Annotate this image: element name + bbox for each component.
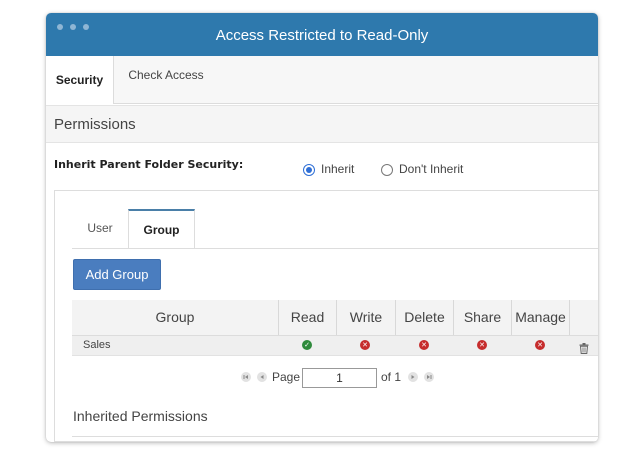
permissions-header: Permissions (46, 105, 598, 143)
column-header-group[interactable]: Group (72, 300, 278, 335)
table-row[interactable] (72, 335, 598, 356)
check-circle-icon[interactable]: ✓ (302, 340, 312, 350)
inherited-permissions-heading: Inherited Permissions (73, 408, 208, 424)
tab-group[interactable]: Group (128, 209, 195, 249)
row-group-name: Sales (83, 339, 111, 351)
dont-inherit-radio[interactable] (381, 164, 393, 176)
add-group-button[interactable]: Add Group (73, 259, 161, 290)
tab-security[interactable]: Security (46, 56, 114, 104)
title-bar: Access Restricted to Read-Only (46, 13, 598, 56)
trash-icon[interactable] (579, 339, 589, 358)
column-header-delete[interactable]: Delete (395, 300, 453, 335)
next-page-icon[interactable] (408, 372, 418, 382)
column-header-read[interactable]: Read (278, 300, 336, 335)
column-header-actions (569, 300, 598, 335)
x-circle-icon[interactable]: ✕ (477, 340, 487, 350)
page-count-label: of 1 (381, 370, 402, 384)
column-header-share[interactable]: Share (453, 300, 511, 335)
x-circle-icon[interactable]: ✕ (360, 340, 370, 350)
inherit-option-label[interactable]: Inherit (321, 162, 354, 176)
tab-check-access[interactable]: Check Access (114, 56, 218, 103)
tab-user[interactable]: User (72, 210, 128, 246)
column-header-write[interactable]: Write (336, 300, 395, 335)
inherit-radio[interactable] (303, 164, 315, 176)
dialog-window: Access Restricted to Read-Only Security … (46, 13, 598, 442)
inherit-label: Inherit Parent Folder Security: (54, 158, 244, 171)
page-number-input[interactable] (302, 368, 377, 388)
last-page-icon[interactable] (424, 372, 434, 382)
x-circle-icon[interactable]: ✕ (419, 340, 429, 350)
first-page-icon[interactable] (241, 372, 251, 382)
page-label: Page (272, 370, 301, 384)
inherited-divider (72, 436, 598, 437)
window-title: Access Restricted to Read-Only (215, 27, 429, 44)
x-circle-icon[interactable]: ✕ (535, 340, 545, 350)
prev-page-icon[interactable] (257, 372, 267, 382)
column-header-manage[interactable]: Manage (511, 300, 569, 335)
subtab-divider (72, 248, 598, 249)
tab-divider (114, 103, 598, 104)
dont-inherit-option-label[interactable]: Don't Inherit (399, 162, 463, 176)
